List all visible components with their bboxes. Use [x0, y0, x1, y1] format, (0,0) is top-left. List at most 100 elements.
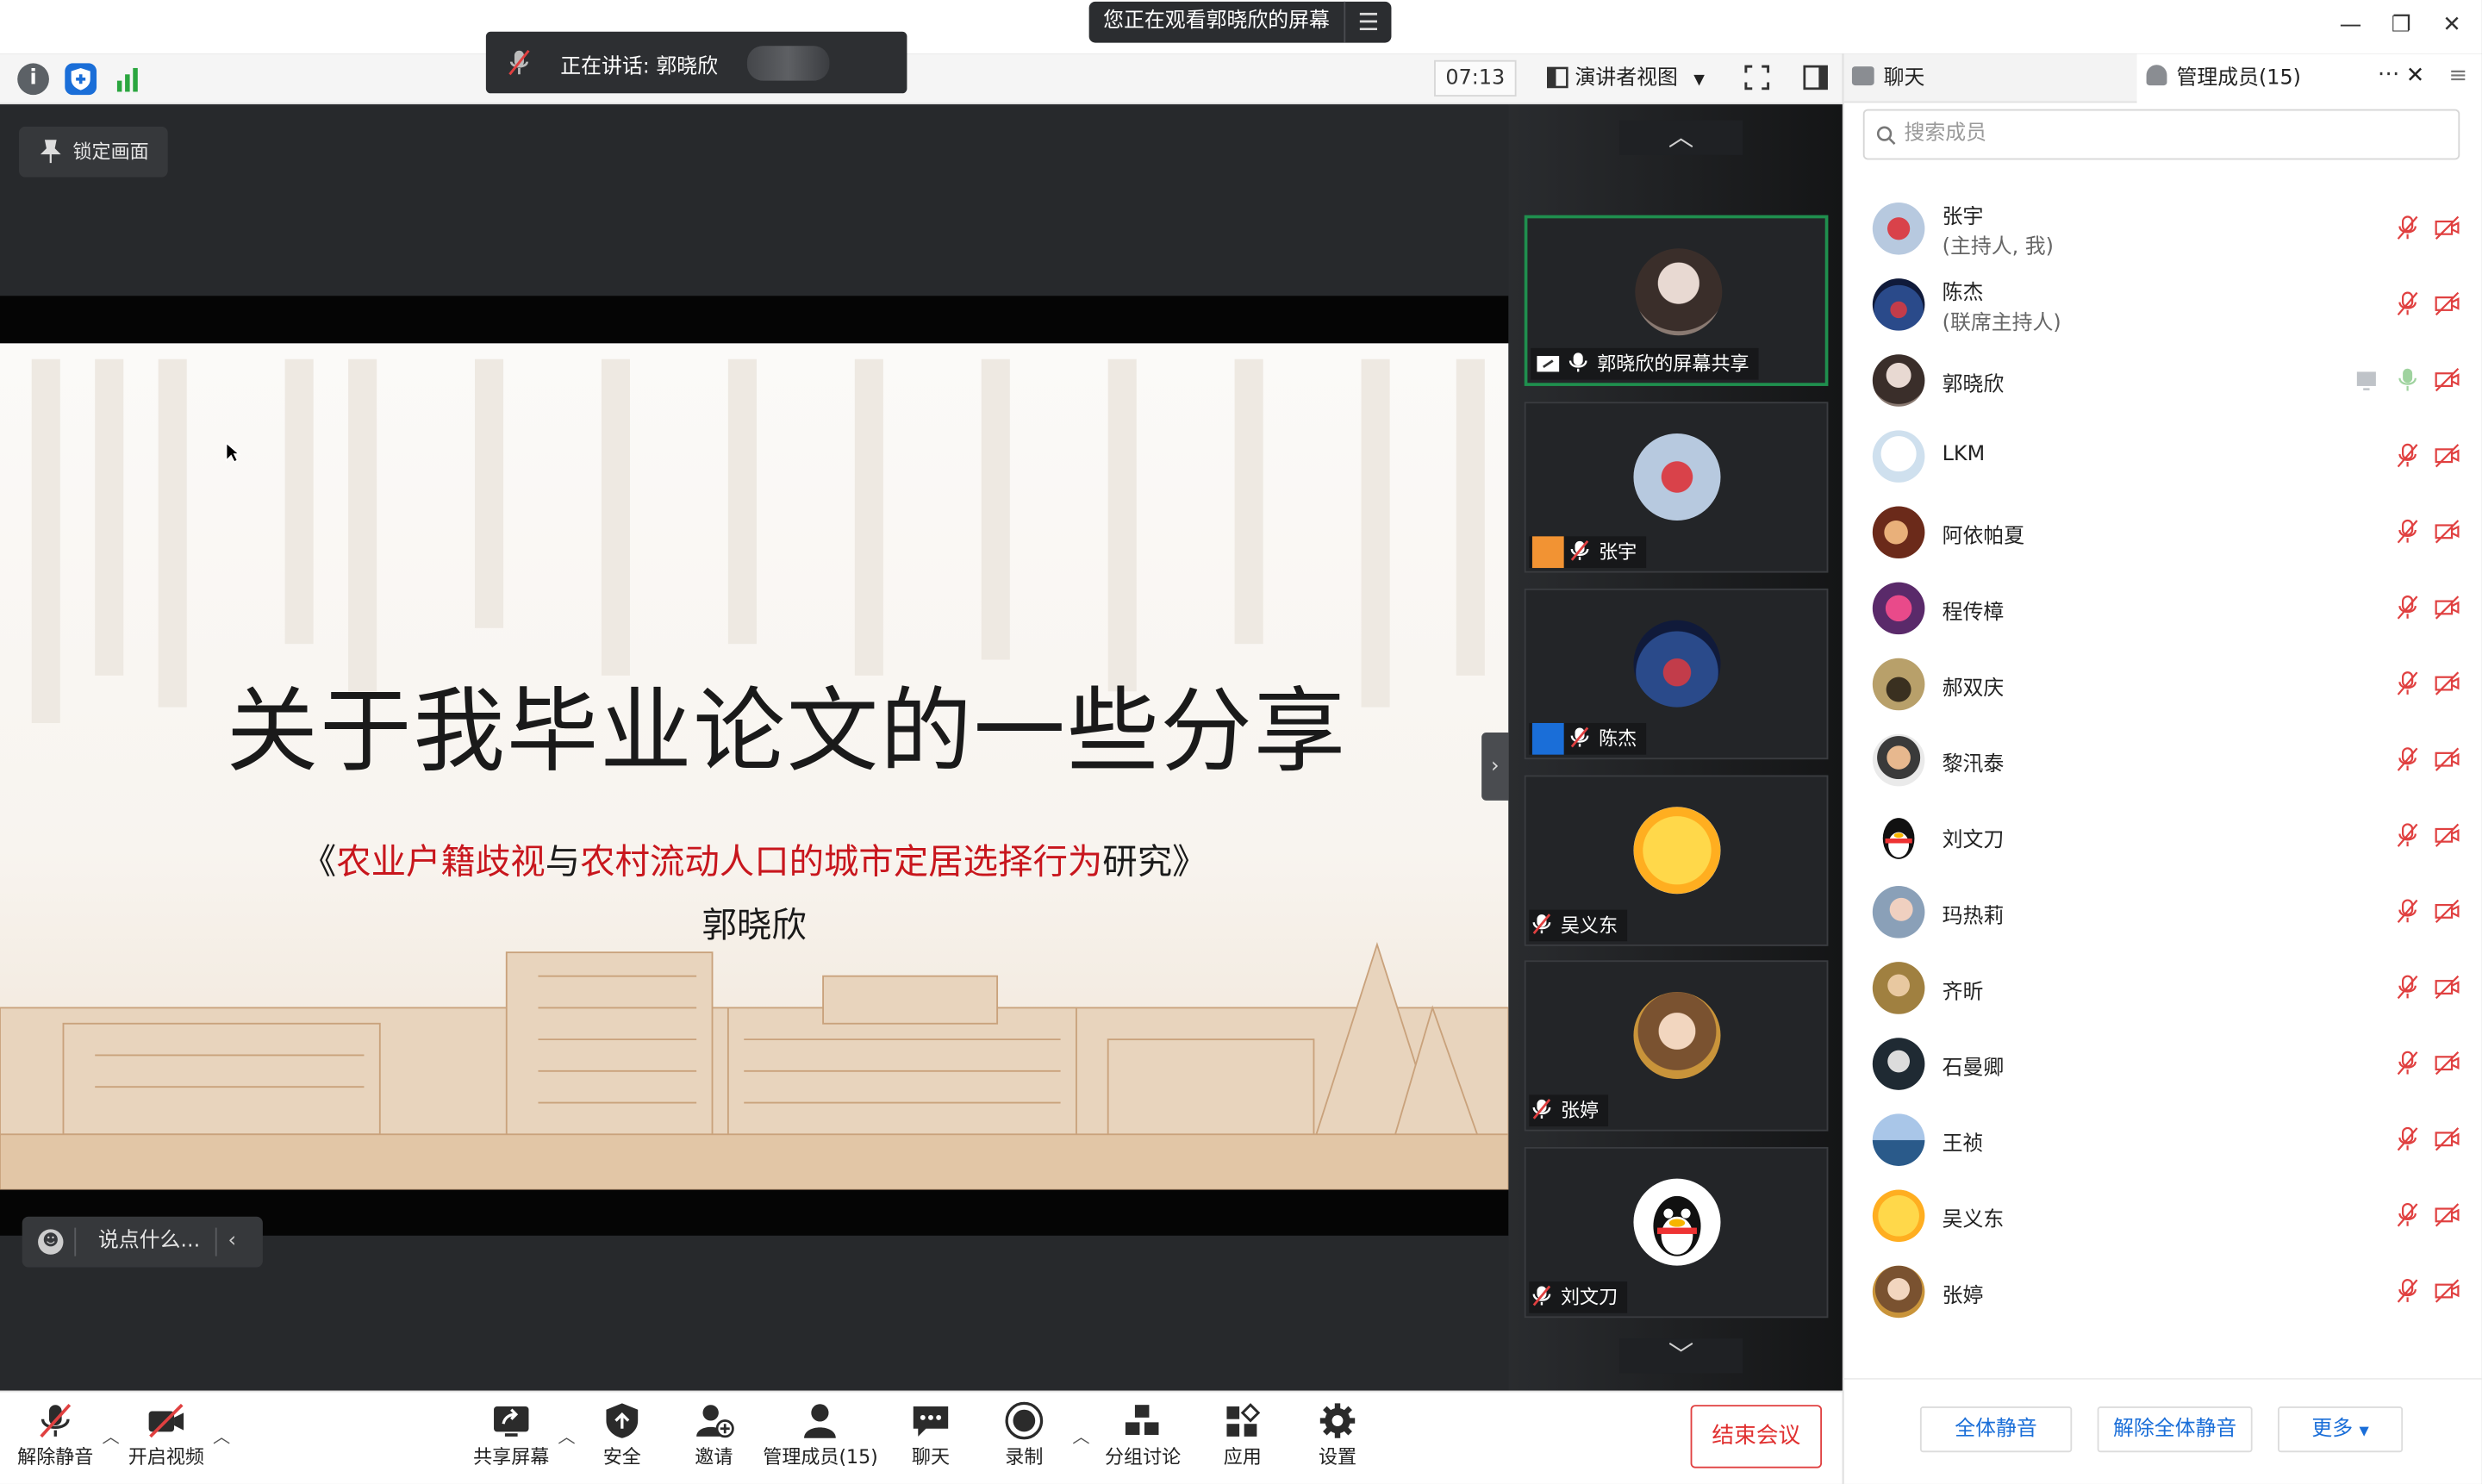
video-tile-liuwendao[interactable]: 刘文刀: [1524, 1146, 1829, 1319]
avatar: [1633, 992, 1721, 1080]
mic-muted-icon[interactable]: [2395, 291, 2420, 316]
member-row[interactable]: 程传樟: [1846, 570, 2479, 645]
video-tile-chenjie[interactable]: 陈杰: [1524, 588, 1829, 760]
video-off-icon[interactable]: [2435, 670, 2460, 695]
mic-muted-icon[interactable]: [2395, 1278, 2420, 1303]
info-icon[interactable]: i: [17, 63, 49, 96]
settings-button[interactable]: 设置: [1301, 1397, 1374, 1476]
mic-muted-icon[interactable]: [2395, 670, 2420, 695]
close-window-icon[interactable]: ✕: [2438, 11, 2466, 40]
tab-chat[interactable]: 聊天: [1851, 53, 1924, 103]
mic-muted-icon[interactable]: [2395, 215, 2420, 240]
start-video-button[interactable]: 开启视频: [123, 1397, 209, 1476]
video-off-icon[interactable]: [2435, 823, 2460, 848]
video-off-icon[interactable]: [2435, 367, 2460, 392]
ellipsis-icon[interactable]: ⋯: [2378, 62, 2400, 87]
member-row[interactable]: 阿依帕夏: [1846, 494, 2479, 570]
video-off-icon[interactable]: [2435, 1051, 2460, 1076]
mic-muted-icon[interactable]: [2395, 899, 2420, 924]
lock-screen-button[interactable]: 锁定画面: [19, 126, 168, 178]
unmute-button[interactable]: 解除静音: [13, 1397, 98, 1476]
restore-icon[interactable]: ❐: [2387, 11, 2416, 40]
video-off-icon[interactable]: [2435, 215, 2460, 240]
apps-button[interactable]: 应用: [1207, 1397, 1279, 1476]
video-tile-screen-share[interactable]: 郭晓欣的屏幕共享: [1524, 215, 1829, 386]
chevron-up-icon[interactable]: ︿: [102, 1424, 121, 1448]
unmute-all-button[interactable]: 解除全体静音: [2097, 1406, 2253, 1453]
list-icon[interactable]: ☰: [1344, 1, 1391, 43]
member-row[interactable]: 张宇 (主持人, 我): [1846, 190, 2479, 265]
member-row[interactable]: 黎汛泰: [1846, 721, 2479, 797]
video-off-icon[interactable]: [2435, 595, 2460, 620]
member-row[interactable]: 陈杰 (联席主持人): [1846, 265, 2479, 341]
mic-muted-icon[interactable]: [2395, 823, 2420, 848]
chevron-up-icon[interactable]: ︿: [558, 1424, 577, 1448]
network-signal-icon[interactable]: [114, 65, 142, 93]
video-off-icon[interactable]: [2435, 1126, 2460, 1151]
members-button[interactable]: 管理成员(15): [763, 1397, 878, 1476]
more-button[interactable]: 更多 ▼: [2278, 1406, 2404, 1453]
video-tile-zhangting[interactable]: 张婷: [1524, 960, 1829, 1132]
video-off-icon[interactable]: [2435, 899, 2460, 924]
member-row[interactable]: 张婷: [1846, 1253, 2479, 1329]
quick-chat-box[interactable]: ☻ 说点什么... ‹: [22, 1216, 263, 1268]
member-row[interactable]: 玛热莉: [1846, 873, 2479, 949]
member-row[interactable]: 王祯: [1846, 1101, 2479, 1177]
end-meeting-button[interactable]: 结束会议: [1690, 1405, 1823, 1468]
tab-members[interactable]: 管理成员(15): [2146, 53, 2301, 103]
avatar: [1872, 1113, 1925, 1166]
chevron-left-icon[interactable]: ‹: [228, 1217, 236, 1268]
mic-muted-icon[interactable]: [2395, 443, 2420, 468]
fullscreen-icon[interactable]: [1743, 63, 1771, 91]
gallery-up-arrow[interactable]: ︿: [1618, 120, 1743, 155]
security-shield-icon[interactable]: [65, 63, 97, 96]
screen-share-icon: [1537, 356, 1560, 372]
panel-menu-icon[interactable]: ≡: [2448, 63, 2467, 88]
mic-muted-icon[interactable]: [2395, 1126, 2420, 1151]
share-screen-button[interactable]: 共享屏幕: [469, 1397, 554, 1476]
member-row[interactable]: 郭晓欣: [1846, 342, 2479, 418]
mic-icon[interactable]: [2395, 367, 2420, 392]
video-tile-wuyidong[interactable]: 吴义东: [1524, 775, 1829, 946]
member-row[interactable]: 吴义东: [1846, 1177, 2479, 1253]
invite-button[interactable]: 邀请: [677, 1397, 750, 1476]
video-off-icon[interactable]: [2435, 519, 2460, 544]
pin-icon: [40, 140, 61, 164]
emoji-icon[interactable]: ☻: [38, 1229, 64, 1255]
video-off-icon[interactable]: [2435, 975, 2460, 1000]
chatbox-divider: [74, 1227, 77, 1256]
screen-share-banner[interactable]: 您正在观看郭晓欣的屏幕 ☰: [1088, 1, 1392, 43]
mic-muted-icon[interactable]: [2395, 746, 2420, 771]
mic-muted-icon[interactable]: [2395, 1202, 2420, 1227]
video-tile-zhangyu[interactable]: 张宇: [1524, 402, 1829, 573]
member-search-input[interactable]: 搜索成员: [1862, 109, 2460, 160]
layout-panel-icon[interactable]: [1801, 63, 1830, 91]
member-row[interactable]: 石曼卿: [1846, 1026, 2479, 1101]
video-off-icon[interactable]: [2435, 291, 2460, 316]
mic-muted-icon[interactable]: [2395, 1051, 2420, 1076]
mic-muted-icon[interactable]: [2395, 519, 2420, 544]
subtitle-mid: 与: [545, 843, 581, 883]
security-button[interactable]: 安全: [586, 1397, 658, 1476]
chat-button[interactable]: 聊天: [895, 1397, 967, 1476]
video-off-icon[interactable]: [2435, 1202, 2460, 1227]
chevron-up-icon[interactable]: ︿: [212, 1424, 231, 1448]
breakout-button[interactable]: 分组讨论: [1101, 1397, 1184, 1476]
record-button[interactable]: 录制: [988, 1397, 1060, 1476]
mic-muted-icon[interactable]: [2395, 975, 2420, 1000]
view-mode-dropdown[interactable]: 演讲者视图 ▼: [1538, 60, 1720, 97]
video-off-icon[interactable]: [2435, 443, 2460, 468]
member-row[interactable]: 齐昕: [1846, 949, 2479, 1025]
video-off-icon[interactable]: [2435, 746, 2460, 771]
member-row[interactable]: 郝双庆: [1846, 645, 2479, 721]
mute-all-button[interactable]: 全体静音: [1919, 1406, 2073, 1453]
gallery-collapse-handle[interactable]: ›: [1481, 732, 1509, 801]
video-off-icon[interactable]: [2435, 1278, 2460, 1303]
minimize-icon[interactable]: —: [2336, 11, 2365, 40]
chevron-up-icon[interactable]: ︿: [1071, 1424, 1090, 1448]
member-row[interactable]: 刘文刀: [1846, 797, 2479, 873]
mic-muted-icon[interactable]: [2395, 595, 2420, 620]
member-row[interactable]: LKM: [1846, 418, 2479, 494]
close-panel-icon[interactable]: ✕: [2406, 63, 2425, 88]
gallery-down-arrow[interactable]: ﹀: [1618, 1338, 1743, 1374]
